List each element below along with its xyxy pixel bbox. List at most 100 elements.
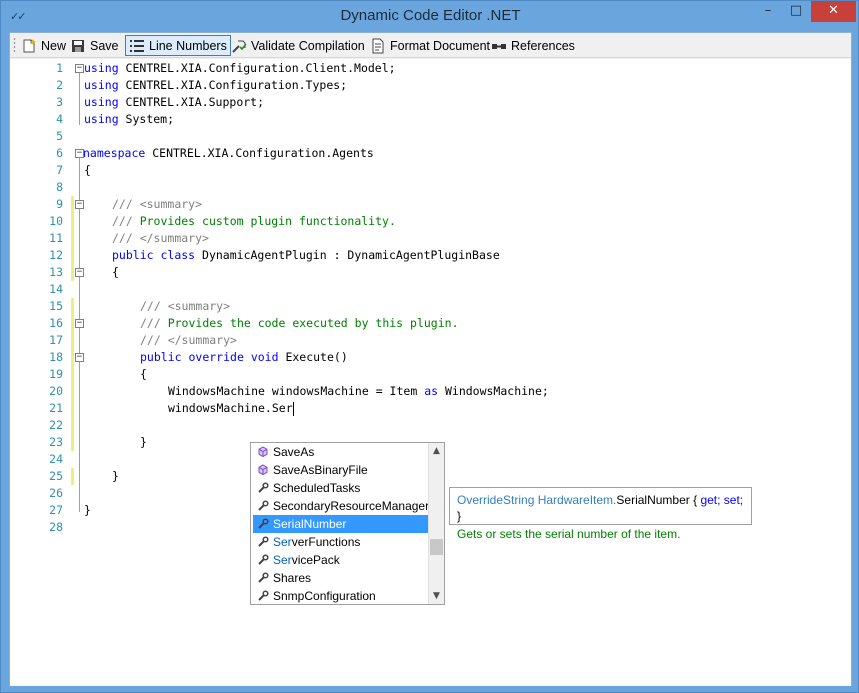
code-line: {: [112, 265, 119, 279]
completion-item[interactable]: ServerFunctions: [253, 533, 428, 551]
save-icon: [70, 38, 86, 54]
completion-item[interactable]: SaveAs: [253, 443, 428, 461]
line-number: 6: [56, 146, 63, 160]
code-line: using System;: [84, 112, 175, 126]
line-numbers-label: Line Numbers: [149, 38, 227, 53]
fold-toggle[interactable]: −: [75, 353, 84, 362]
change-marker: [71, 383, 74, 400]
references-button[interactable]: References: [488, 35, 578, 56]
fold-toggle[interactable]: −: [75, 64, 84, 73]
property-icon: [256, 481, 269, 494]
line-number: 17: [49, 333, 63, 347]
tooltip-signature: OverrideString HardwareItem.SerialNumber…: [457, 493, 744, 523]
scroll-down-button[interactable]: ▼: [429, 588, 444, 604]
code-line: {: [140, 367, 147, 381]
line-number: 9: [56, 197, 63, 211]
code-line: /// Provides the code executed by this p…: [140, 316, 459, 330]
line-number: 15: [49, 299, 63, 313]
line-number: 26: [49, 486, 63, 500]
property-icon: [256, 517, 269, 530]
completion-item[interactable]: ServicePack: [253, 551, 428, 569]
member-tooltip: OverrideString HardwareItem.SerialNumber…: [449, 487, 752, 541]
line-number-gutter: 1 2 3 4 5 6 7 8 9 10 11 12 13 14 15 16 1…: [10, 59, 74, 686]
completion-item[interactable]: SecondaryResourceManager: [253, 497, 429, 515]
code-line: /// <summary>: [112, 197, 203, 211]
code-line: WindowsMachine windowsMachine = Item as …: [168, 384, 549, 398]
line-numbers-icon: [129, 38, 145, 54]
maximize-button[interactable]: □: [783, 1, 809, 22]
property-icon: [256, 535, 269, 548]
completion-item[interactable]: ScheduledTasks: [253, 479, 428, 497]
validate-compilation-button[interactable]: Validate Compilation: [228, 35, 368, 56]
save-label: Save: [90, 38, 119, 53]
change-marker: [71, 247, 74, 264]
format-document-button[interactable]: Format Document: [367, 35, 493, 56]
code-line: /// </summary>: [140, 333, 237, 347]
scroll-up-button[interactable]: ▲: [429, 443, 444, 459]
change-marker: [71, 468, 74, 485]
format-document-label: Format Document: [390, 38, 491, 53]
completion-item-selected[interactable]: SerialNumber: [253, 515, 428, 533]
change-marker: [71, 196, 74, 213]
change-marker: [71, 230, 74, 247]
fold-toggle[interactable]: −: [75, 268, 84, 277]
change-marker: [71, 315, 74, 332]
code-line: /// <summary>: [140, 299, 231, 313]
code-editor[interactable]: 1 2 3 4 5 6 7 8 9 10 11 12 13 14 15 16 1…: [10, 59, 851, 686]
line-number: 18: [49, 350, 63, 364]
code-line: }: [84, 503, 91, 517]
code-line: using CENTREL.XIA.Configuration.Client.M…: [84, 61, 396, 75]
line-number: 24: [49, 452, 63, 466]
line-number: 12: [49, 248, 63, 262]
completion-item[interactable]: Shares: [253, 569, 428, 587]
intellisense-popup[interactable]: SaveAs SaveAsBinaryFile ScheduledTasks S…: [250, 442, 445, 605]
line-number: 8: [56, 180, 63, 194]
new-button[interactable]: New: [18, 35, 69, 56]
validate-label: Validate Compilation: [251, 38, 365, 53]
property-icon: [256, 499, 269, 512]
line-number: 25: [49, 469, 63, 483]
close-button[interactable]: ✕: [811, 1, 856, 22]
line-number: 13: [49, 265, 63, 279]
line-number: 23: [49, 435, 63, 449]
window-frame: ✓✓ Dynamic Code Editor .NET – □ ✕ New Sa…: [0, 0, 859, 693]
line-number: 10: [49, 214, 63, 228]
change-marker: [71, 434, 74, 451]
references-label: References: [511, 38, 575, 53]
completion-scrollbar[interactable]: ▲ ▼: [428, 443, 444, 604]
new-document-icon: [21, 38, 37, 54]
fold-toggle[interactable]: −: [75, 200, 84, 209]
save-button[interactable]: Save: [67, 35, 122, 56]
code-line: using CENTREL.XIA.Configuration.Types;: [84, 78, 348, 92]
toolbar-grip[interactable]: [13, 37, 16, 54]
change-marker: [71, 366, 74, 383]
property-icon: [256, 553, 269, 566]
completion-item[interactable]: SnmpConfiguration: [253, 587, 428, 605]
completion-item[interactable]: SaveAsBinaryFile: [253, 461, 428, 479]
change-marker: [71, 349, 74, 366]
line-numbers-button[interactable]: Line Numbers: [125, 35, 231, 56]
minimize-button[interactable]: –: [755, 1, 781, 22]
change-marker: [71, 213, 74, 230]
line-number: 11: [49, 231, 63, 245]
line-number: 21: [49, 401, 63, 415]
method-icon: [256, 463, 269, 476]
property-icon: [256, 571, 269, 584]
change-marker: [71, 298, 74, 315]
change-marker: [71, 332, 74, 349]
line-number: 27: [49, 503, 63, 517]
title-bar[interactable]: ✓✓ Dynamic Code Editor .NET – □ ✕: [1, 1, 859, 32]
property-icon: [256, 589, 269, 602]
code-line: using CENTREL.XIA.Support;: [84, 95, 265, 109]
fold-toggle[interactable]: −: [75, 319, 84, 328]
change-marker: [71, 264, 74, 281]
tooltip-description: Gets or sets the serial number of the it…: [457, 527, 681, 541]
line-number: 2: [56, 78, 63, 92]
code-line: windowsMachine.Ser: [168, 401, 294, 416]
line-number: 4: [56, 112, 63, 126]
scroll-thumb[interactable]: [430, 539, 443, 555]
toolbar: New Save Line Numbers Validate Compilati…: [10, 33, 851, 58]
line-number: 19: [49, 367, 63, 381]
line-number: 14: [49, 282, 63, 296]
code-line: {: [84, 163, 91, 177]
